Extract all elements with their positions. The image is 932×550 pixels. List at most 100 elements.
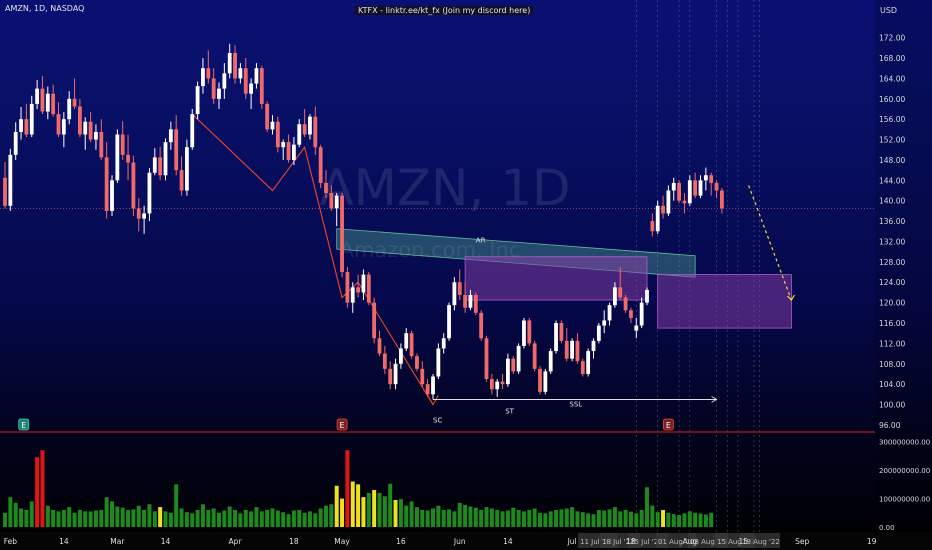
volume-bar[interactable]	[693, 512, 698, 527]
candle[interactable]	[522, 317, 526, 349]
candle[interactable]	[596, 323, 601, 344]
volume-bar[interactable]	[211, 508, 216, 527]
candle[interactable]	[40, 75, 45, 115]
candle[interactable]	[318, 144, 323, 188]
candle[interactable]	[489, 373, 494, 395]
volume-bar[interactable]	[222, 510, 227, 527]
volume-bar[interactable]	[340, 498, 345, 527]
candle[interactable]	[142, 205, 146, 234]
volume-bar[interactable]	[233, 509, 238, 527]
candle[interactable]	[190, 109, 195, 150]
candle[interactable]	[313, 106, 318, 155]
candle[interactable]	[308, 114, 312, 140]
volume-bar[interactable]	[72, 512, 77, 527]
candle[interactable]	[479, 310, 484, 341]
volume-bar[interactable]	[307, 511, 312, 527]
volume-bar[interactable]	[329, 504, 334, 527]
volume-bar[interactable]	[580, 512, 585, 527]
candle[interactable]	[687, 175, 692, 206]
candle[interactable]	[682, 193, 687, 214]
volume-bar[interactable]	[61, 509, 66, 527]
volume-bar[interactable]	[313, 513, 318, 527]
candle[interactable]	[185, 139, 189, 196]
volume-bar[interactable]	[463, 504, 468, 527]
volume-bar[interactable]	[388, 483, 393, 527]
volume-bar[interactable]	[414, 507, 419, 527]
candle[interactable]	[179, 156, 184, 196]
earnings-marker[interactable]: E	[336, 418, 348, 431]
candle[interactable]	[259, 65, 264, 109]
volume-bar[interactable]	[618, 511, 623, 527]
volume-bar[interactable]	[596, 509, 601, 527]
volume-bar[interactable]	[286, 514, 291, 527]
volume-bar[interactable]	[179, 508, 184, 527]
candle[interactable]	[270, 115, 275, 135]
volume-bar[interactable]	[259, 511, 264, 527]
candle[interactable]	[275, 116, 280, 153]
volume-bar[interactable]	[666, 512, 671, 527]
candle[interactable]	[714, 180, 719, 199]
candle[interactable]	[399, 343, 403, 369]
candle[interactable]	[120, 121, 125, 160]
candle[interactable]	[243, 58, 248, 99]
candle[interactable]	[645, 287, 649, 306]
candle[interactable]	[35, 79, 39, 109]
candle[interactable]	[436, 343, 441, 380]
volume-bar[interactable]	[393, 499, 398, 527]
candle[interactable]	[72, 78, 77, 109]
volume-bar[interactable]	[142, 509, 147, 527]
volume-bar[interactable]	[484, 507, 489, 527]
volume-bar[interactable]	[200, 504, 205, 527]
volume-bar[interactable]	[516, 509, 521, 527]
volume-bar[interactable]	[334, 485, 339, 527]
volume-bar[interactable]	[607, 509, 612, 527]
volume-bar[interactable]	[93, 510, 98, 527]
volume-bar[interactable]	[131, 509, 136, 527]
supply-zone-2[interactable]	[657, 274, 792, 329]
volume-bar[interactable]	[190, 513, 195, 527]
candle[interactable]	[703, 167, 708, 191]
volume-bar[interactable]	[45, 505, 50, 527]
time-axis-panel[interactable]	[0, 532, 932, 550]
volume-bar[interactable]	[671, 514, 676, 527]
candle[interactable]	[249, 78, 253, 109]
volume-bar[interactable]	[548, 511, 553, 527]
candle[interactable]	[292, 137, 296, 166]
volume-bar[interactable]	[661, 509, 666, 527]
volume-bar[interactable]	[489, 508, 494, 527]
volume-bar[interactable]	[168, 512, 173, 527]
candle[interactable]	[136, 198, 141, 232]
candle[interactable]	[211, 68, 216, 104]
volume-bar[interactable]	[99, 509, 104, 527]
volume-bar[interactable]	[29, 501, 34, 527]
candle[interactable]	[222, 63, 227, 99]
candle[interactable]	[131, 155, 136, 216]
volume-bar[interactable]	[350, 481, 355, 528]
candle[interactable]	[195, 81, 200, 120]
volume-bar[interactable]	[324, 505, 328, 527]
volume-bar[interactable]	[8, 497, 13, 527]
volume-bar[interactable]	[152, 511, 157, 527]
volume-bar[interactable]	[559, 509, 564, 527]
candle[interactable]	[201, 58, 205, 94]
candle[interactable]	[356, 274, 360, 298]
volume-bar[interactable]	[404, 505, 409, 527]
candle[interactable]	[495, 379, 500, 397]
candle[interactable]	[532, 340, 537, 372]
volume-bar[interactable]	[628, 511, 633, 527]
candle[interactable]	[693, 172, 698, 199]
volume-bar[interactable]	[88, 511, 93, 527]
volume-bar[interactable]	[441, 509, 446, 527]
candle[interactable]	[554, 320, 558, 354]
volume-bar[interactable]	[217, 512, 221, 527]
candle[interactable]	[516, 343, 521, 374]
candle[interactable]	[639, 297, 644, 329]
candle[interactable]	[24, 103, 29, 138]
volume-bar[interactable]	[195, 509, 200, 527]
candle[interactable]	[452, 277, 457, 311]
volume-bar[interactable]	[532, 508, 537, 527]
candle[interactable]	[158, 146, 163, 181]
candle[interactable]	[45, 86, 50, 120]
candle[interactable]	[511, 356, 516, 374]
candle[interactable]	[484, 335, 489, 382]
